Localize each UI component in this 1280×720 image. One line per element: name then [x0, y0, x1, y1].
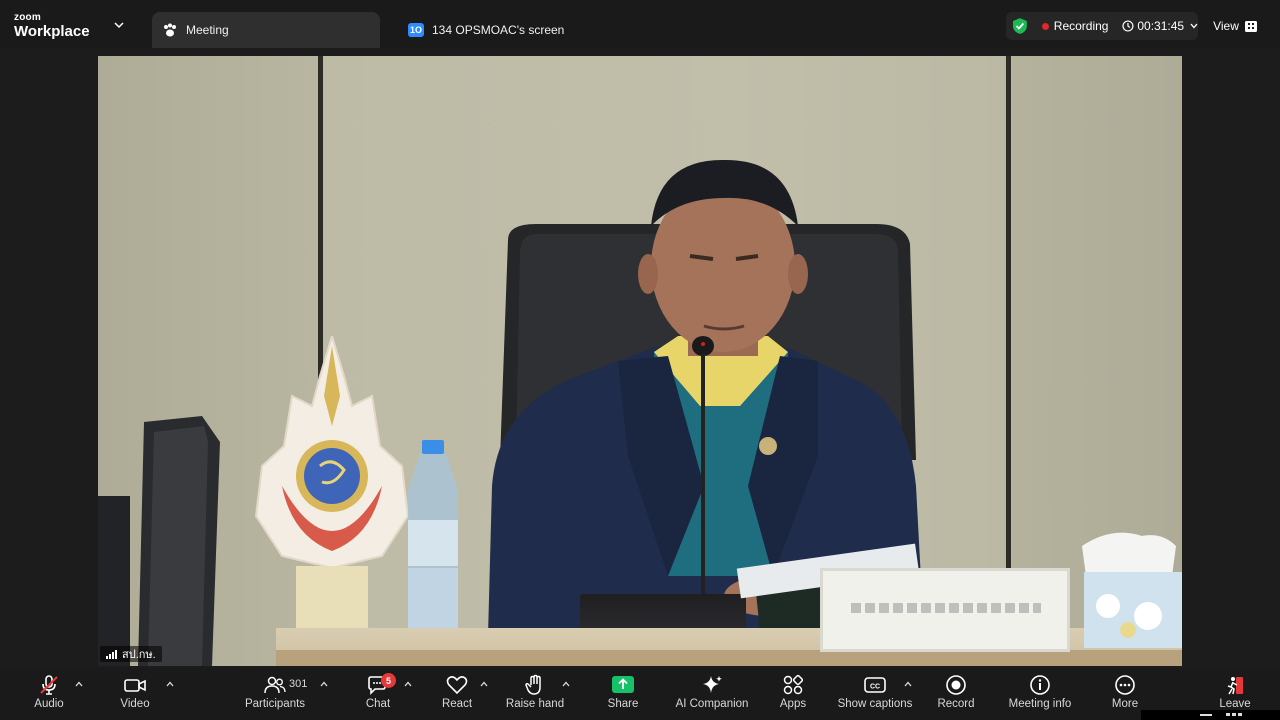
- microphone-image: [692, 336, 714, 604]
- chevron-up-icon[interactable]: [320, 681, 328, 687]
- top-bar: zoom Workplace Meeting 1O 134 OPSMOAC's …: [0, 0, 1280, 48]
- chevron-up-icon[interactable]: [480, 681, 488, 687]
- chevron-up-icon[interactable]: [166, 681, 174, 687]
- participant-name-tag: สป.กษ.: [100, 646, 162, 662]
- audio-button[interactable]: Audio: [26, 674, 72, 716]
- screen-share-badge: 1O: [408, 23, 424, 37]
- shield-check-icon[interactable]: [1012, 17, 1028, 35]
- heart-icon: [446, 676, 468, 695]
- computer-monitor-image: [138, 416, 220, 666]
- meeting-timer: 00:31:45: [1137, 19, 1185, 33]
- share-button[interactable]: Share: [600, 674, 646, 716]
- chevron-down-icon[interactable]: [1190, 23, 1198, 29]
- tissue-box-image: [1082, 532, 1182, 648]
- apps-label: Apps: [779, 698, 807, 710]
- screen-share-icon: 1O: [408, 22, 424, 38]
- monitor-edge: [98, 496, 130, 666]
- info-icon: [1030, 675, 1050, 695]
- chat-unread-badge: 5: [381, 673, 396, 688]
- desk-front: [276, 650, 1182, 666]
- more-label: More: [1111, 698, 1139, 710]
- grid-view-icon: [1244, 20, 1257, 32]
- chevron-up-icon[interactable]: [562, 681, 570, 687]
- ai-companion-button[interactable]: AI Companion: [674, 674, 750, 716]
- chevron-up-icon[interactable]: [75, 681, 83, 687]
- react-label: React: [441, 698, 473, 710]
- record-button[interactable]: Record: [934, 674, 978, 716]
- meeting-info-label: Meeting info: [1008, 698, 1072, 710]
- video-camera-icon: [124, 679, 146, 692]
- chevron-up-icon[interactable]: [404, 681, 412, 687]
- clock-icon: [1122, 20, 1134, 32]
- participant-name: สป.กษ.: [122, 649, 156, 661]
- raise-hand-icon: [525, 674, 541, 695]
- react-button[interactable]: React: [436, 674, 478, 716]
- apps-button[interactable]: Apps: [772, 674, 814, 716]
- zoom-workplace-logo[interactable]: zoom Workplace: [14, 12, 90, 40]
- paw-icon: [162, 22, 178, 38]
- record-icon: [946, 675, 966, 695]
- raise-hand-button[interactable]: Raise hand: [506, 674, 564, 716]
- nameplate-text: [851, 603, 1041, 613]
- participants-count: 301: [289, 678, 308, 690]
- brand-workplace-text: Workplace: [14, 23, 90, 40]
- royal-emblem-trophy-image: [254, 336, 410, 640]
- participants-label: Participants: [244, 698, 306, 710]
- show-captions-button[interactable]: CC Show captions: [836, 674, 914, 716]
- water-bottle-image: [408, 440, 458, 640]
- meeting-toolbar: Audio Video Participants 301 Chat React: [0, 668, 1280, 720]
- tab-shared-screen-label: 134 OPSMOAC's screen: [432, 23, 565, 37]
- leave-door-icon: [1227, 677, 1243, 695]
- recording-label[interactable]: Recording: [1054, 19, 1109, 33]
- video-stage: สป.กษ.: [0, 48, 1280, 668]
- taskbar-dash: [1200, 714, 1212, 716]
- microphone-muted-icon: [40, 675, 58, 695]
- leave-label: Leave: [1219, 698, 1251, 710]
- chat-label: Chat: [365, 698, 391, 710]
- share-screen-icon: [612, 676, 634, 693]
- view-button[interactable]: View: [1202, 12, 1268, 40]
- chevron-down-icon[interactable]: [114, 21, 124, 29]
- closed-captions-icon: CC: [864, 677, 886, 693]
- tab-meeting[interactable]: Meeting: [152, 12, 380, 48]
- ai-sparkle-icon: [703, 676, 722, 693]
- chevron-up-icon[interactable]: [904, 681, 912, 687]
- raise-hand-label: Raise hand: [505, 698, 565, 710]
- video-label: Video: [120, 698, 150, 710]
- video-button[interactable]: Video: [112, 674, 158, 716]
- view-label: View: [1213, 19, 1239, 33]
- more-icon: [1115, 675, 1135, 695]
- participants-icon: [264, 676, 286, 694]
- more-button[interactable]: More: [1104, 674, 1146, 716]
- tab-meeting-label: Meeting: [186, 23, 229, 37]
- svg-text:CC: CC: [870, 684, 880, 691]
- signal-strength-icon: [106, 649, 117, 659]
- meeting-status-group: Recording 00:31:45: [1006, 12, 1198, 40]
- nameplate: [820, 568, 1070, 652]
- audio-label: Audio: [34, 698, 64, 710]
- ai-companion-label: AI Companion: [675, 698, 749, 710]
- participant-video[interactable]: สป.กษ.: [98, 56, 1182, 666]
- tab-shared-screen[interactable]: 1O 134 OPSMOAC's screen: [398, 12, 598, 48]
- brand-zoom-text: zoom: [14, 12, 41, 23]
- share-label: Share: [607, 698, 639, 710]
- taskbar-dots-icon: [1226, 713, 1242, 717]
- meeting-info-button[interactable]: Meeting info: [1004, 674, 1076, 716]
- apps-icon: [783, 674, 804, 695]
- show-captions-label: Show captions: [837, 698, 913, 710]
- recording-dot-icon: [1041, 22, 1049, 30]
- record-label: Record: [937, 698, 975, 710]
